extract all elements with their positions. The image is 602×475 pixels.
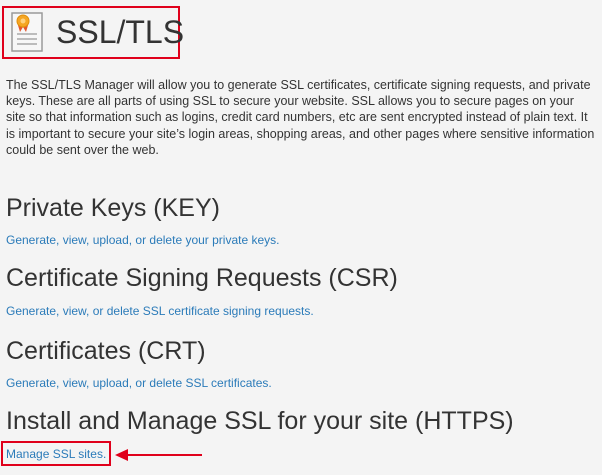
csr-link[interactable]: Generate, view, or delete SSL certificat… <box>6 303 314 319</box>
manage-ssl-highlight-box <box>1 441 111 466</box>
section-heading-csr: Certificate Signing Requests (CSR) <box>6 264 398 292</box>
certificates-link[interactable]: Generate, view, upload, or delete SSL ce… <box>6 375 272 391</box>
section-heading-install-manage-ssl: Install and Manage SSL for your site (HT… <box>6 407 514 435</box>
red-arrow-icon <box>115 449 202 461</box>
ssl-certificate-icon <box>11 12 43 52</box>
private-keys-link[interactable]: Generate, view, upload, or delete your p… <box>6 232 280 248</box>
page-title: SSL/TLS <box>56 14 185 50</box>
ssl-tls-page: SSL/TLS The SSL/TLS Manager will allow y… <box>0 0 602 475</box>
page-description: The SSL/TLS Manager will allow you to ge… <box>6 78 595 157</box>
section-heading-private-keys: Private Keys (KEY) <box>6 194 220 222</box>
section-heading-certificates: Certificates (CRT) <box>6 337 206 365</box>
